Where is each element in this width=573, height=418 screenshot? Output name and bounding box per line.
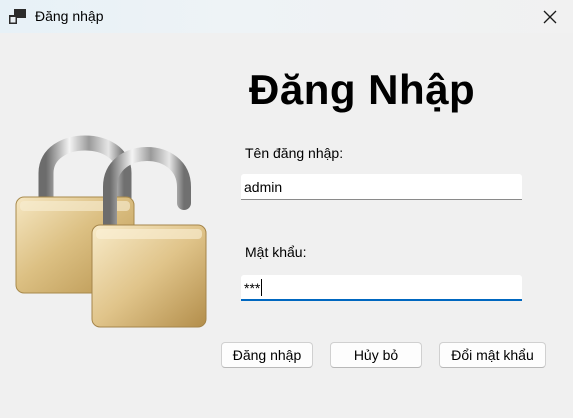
window-title: Đăng nhập xyxy=(35,8,104,24)
username-value: admin xyxy=(244,179,283,195)
close-icon xyxy=(543,10,557,23)
username-label: Tên đăng nhập: xyxy=(245,145,344,161)
password-input[interactable]: *** xyxy=(241,275,522,301)
app-window-icon xyxy=(9,9,26,24)
password-label: Mật khẩu: xyxy=(245,244,307,260)
padlocks-icon xyxy=(15,135,207,328)
text-caret xyxy=(261,279,263,296)
cancel-button[interactable]: Hủy bỏ xyxy=(330,342,422,368)
title-bar[interactable]: Đăng nhập xyxy=(0,0,573,33)
login-button[interactable]: Đăng nhập xyxy=(221,342,313,368)
form-heading: Đăng Nhập xyxy=(249,66,476,113)
change-password-button[interactable]: Đổi mật khẩu xyxy=(439,342,546,368)
login-window: Đăng nhập Đăng Nhập Tên đăng nhập: admin… xyxy=(0,0,573,418)
close-button[interactable] xyxy=(527,0,573,33)
password-value: *** xyxy=(244,280,261,296)
username-input[interactable]: admin xyxy=(241,174,522,200)
